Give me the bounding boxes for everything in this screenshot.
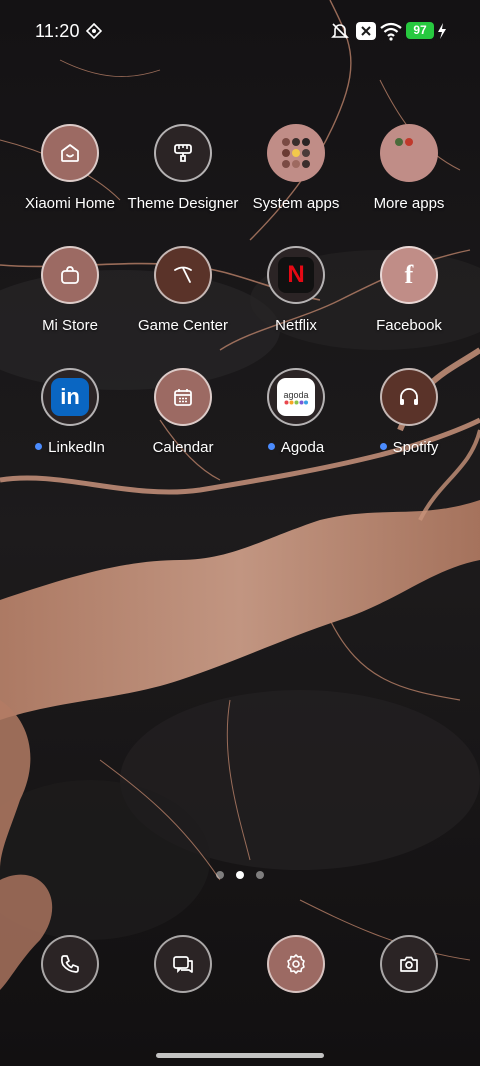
app-label: Facebook bbox=[376, 317, 442, 334]
new-install-dot bbox=[267, 443, 275, 450]
app-linkedin[interactable]: in LinkedIn bbox=[10, 368, 130, 456]
pickaxe-icon bbox=[154, 246, 212, 304]
app-label: LinkedIn bbox=[48, 439, 105, 456]
message-icon bbox=[173, 956, 193, 974]
dock-camera-button[interactable] bbox=[380, 935, 438, 993]
wifi-icon bbox=[380, 22, 402, 41]
camera-icon bbox=[400, 956, 418, 972]
app-spotify[interactable]: Spotify bbox=[349, 368, 469, 456]
app-theme-designer[interactable]: Theme Designer bbox=[123, 124, 243, 212]
agoda-dots bbox=[284, 400, 308, 404]
headphones-icon bbox=[380, 368, 438, 426]
netflix-icon: N bbox=[267, 246, 325, 304]
paint-roller-icon bbox=[154, 124, 212, 182]
new-install-dot bbox=[379, 443, 387, 450]
agoda-icon: agoda bbox=[267, 368, 325, 426]
folder-more-apps[interactable]: More apps bbox=[349, 124, 469, 212]
home-gesture-bar[interactable] bbox=[156, 1053, 324, 1058]
app-label: Mi Store bbox=[42, 317, 98, 334]
folder-icon bbox=[380, 124, 438, 182]
folder-icon bbox=[267, 124, 325, 182]
charging-icon bbox=[438, 23, 446, 39]
app-calendar[interactable]: Calendar bbox=[123, 368, 243, 456]
app-label: Theme Designer bbox=[127, 195, 239, 212]
app-label: Netflix bbox=[275, 317, 317, 334]
status-bar: 11:20 97 bbox=[0, 0, 480, 62]
facebook-glyph: f bbox=[404, 260, 414, 289]
phone-icon bbox=[61, 955, 79, 973]
linkedin-icon: in bbox=[41, 368, 99, 426]
app-label: System apps bbox=[252, 195, 340, 212]
close-notification-icon bbox=[356, 22, 376, 40]
dock-phone-button[interactable] bbox=[41, 935, 99, 993]
app-label: More apps bbox=[373, 195, 445, 212]
gear-icon bbox=[287, 954, 305, 974]
folder-system-apps[interactable]: System apps bbox=[236, 124, 356, 212]
dock-messages-button[interactable] bbox=[154, 935, 212, 993]
linkedin-glyph: in bbox=[60, 384, 80, 409]
facebook-icon: f bbox=[380, 246, 438, 304]
home-icon bbox=[41, 124, 99, 182]
status-time: 11:20 bbox=[35, 21, 80, 41]
agoda-glyph: agoda bbox=[283, 389, 309, 400]
vpn-icon bbox=[86, 23, 102, 39]
app-label-row: Agoda bbox=[236, 439, 356, 456]
app-mi-store[interactable]: Mi Store bbox=[10, 246, 130, 334]
shopping-bag-icon bbox=[41, 246, 99, 304]
battery-icon: 97 bbox=[406, 22, 434, 39]
app-facebook[interactable]: f Facebook bbox=[349, 246, 469, 334]
netflix-glyph: N bbox=[287, 261, 305, 288]
app-label-row: Spotify bbox=[349, 439, 469, 456]
page-dot-active[interactable] bbox=[236, 871, 244, 879]
app-label: Calendar bbox=[152, 439, 214, 456]
app-agoda[interactable]: agoda Agoda bbox=[236, 368, 356, 456]
battery-level: 97 bbox=[413, 23, 427, 37]
page-dot[interactable] bbox=[256, 871, 264, 879]
app-netflix[interactable]: N Netflix bbox=[236, 246, 356, 334]
app-xiaomi-home[interactable]: Xiaomi Home bbox=[10, 124, 130, 212]
app-game-center[interactable]: Game Center bbox=[123, 246, 243, 334]
mute-icon bbox=[331, 23, 349, 39]
calendar-icon bbox=[154, 368, 212, 426]
app-label: Xiaomi Home bbox=[24, 195, 116, 212]
new-install-dot bbox=[35, 443, 43, 450]
app-label: Game Center bbox=[137, 317, 229, 334]
app-label: Spotify bbox=[392, 439, 439, 456]
app-label-row: LinkedIn bbox=[10, 439, 130, 456]
page-indicator[interactable] bbox=[0, 866, 480, 884]
app-label: Agoda bbox=[280, 439, 325, 456]
dock-settings-button[interactable] bbox=[267, 935, 325, 993]
page-dot[interactable] bbox=[216, 871, 224, 879]
